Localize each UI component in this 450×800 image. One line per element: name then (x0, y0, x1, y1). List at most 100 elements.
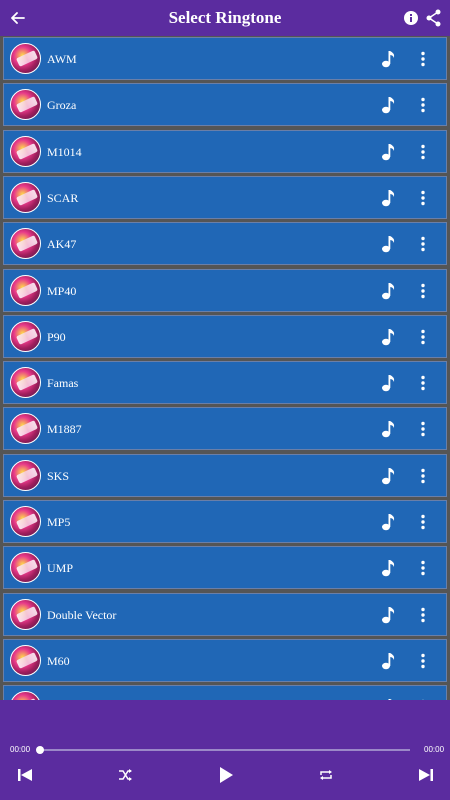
more-vert-icon (421, 561, 425, 576)
more-options-button[interactable] (419, 51, 427, 67)
ringtone-row[interactable]: Groza (3, 83, 447, 127)
ringtone-thumbnail (10, 413, 41, 445)
info-button[interactable] (403, 10, 419, 26)
more-vert-icon (421, 422, 425, 437)
ringtone-name: Famas (47, 376, 79, 391)
duration-time: 00:00 (424, 745, 445, 754)
ringtone-row[interactable]: P90 (3, 314, 447, 358)
more-vert-icon (421, 514, 425, 530)
music-note-icon (382, 514, 395, 531)
ringtone-thumbnail (10, 89, 41, 121)
set-ringtone-button[interactable] (381, 282, 397, 300)
set-ringtone-button[interactable] (381, 420, 397, 438)
ringtone-thumbnail (10, 598, 41, 630)
ringtone-row[interactable]: MP5 (3, 500, 447, 543)
next-button[interactable] (417, 767, 435, 783)
ringtone-row[interactable] (3, 685, 447, 700)
music-note-icon (382, 560, 395, 577)
more-options-button[interactable] (419, 607, 427, 623)
ringtone-thumbnail (10, 367, 41, 399)
set-ringtone-button[interactable] (381, 374, 397, 392)
music-note-icon (382, 143, 395, 160)
music-note-icon (382, 328, 395, 345)
shuffle-icon (119, 769, 132, 781)
ringtone-thumbnail (10, 506, 41, 537)
info-icon (404, 11, 418, 25)
more-options-button[interactable] (419, 514, 427, 530)
more-options-button[interactable] (419, 421, 427, 437)
elapsed-time: 00:00 (10, 745, 31, 754)
ringtone-row[interactable]: AWM (3, 37, 447, 80)
ringtone-name: Groza (47, 98, 77, 113)
ringtone-thumbnail (10, 552, 41, 584)
ringtone-name: M1014 (47, 144, 82, 159)
ringtone-thumbnail (10, 181, 41, 213)
ringtone-row[interactable]: UMP (3, 546, 447, 590)
set-ringtone-button[interactable] (381, 559, 397, 577)
repeat-button[interactable] (318, 768, 334, 782)
ringtone-row[interactable]: M1887 (3, 407, 447, 451)
more-options-button[interactable] (419, 97, 427, 113)
ringtone-name: M60 (47, 653, 70, 668)
set-ringtone-button[interactable] (381, 328, 397, 346)
ringtone-name: UMP (47, 561, 74, 576)
ringtone-row[interactable]: M1014 (3, 129, 447, 173)
ringtone-row[interactable]: MP40 (3, 268, 447, 312)
set-ringtone-button[interactable] (381, 652, 397, 670)
ringtone-thumbnail (10, 274, 41, 306)
player-bar: 00:00 00:00 (0, 700, 450, 800)
more-options-button[interactable] (419, 283, 427, 299)
ringtone-list[interactable]: AWM Groza M1014 SCAR AK47 MP40 P90 Famas M1887 SK… (0, 36, 450, 700)
music-note-icon (382, 97, 395, 114)
ringtone-thumbnail (10, 691, 41, 700)
more-options-button[interactable] (419, 236, 427, 252)
ringtone-row[interactable]: M60 (3, 638, 447, 682)
share-icon (426, 9, 441, 27)
ringtone-row[interactable]: Famas (3, 361, 447, 405)
previous-button[interactable] (16, 767, 34, 783)
set-ringtone-button[interactable] (381, 189, 397, 207)
ringtone-name: MP5 (47, 515, 71, 529)
ringtone-row[interactable]: Double Vector (3, 592, 447, 636)
ringtone-row[interactable]: AK47 (3, 222, 447, 266)
back-button[interactable] (8, 8, 28, 28)
more-options-button[interactable] (419, 375, 427, 391)
more-options-button[interactable] (419, 468, 427, 484)
more-vert-icon (421, 98, 425, 113)
ringtone-thumbnail (10, 644, 41, 676)
ringtone-thumbnail (10, 320, 41, 352)
more-options-button[interactable] (419, 329, 427, 345)
set-ringtone-button[interactable] (381, 513, 397, 531)
more-vert-icon (421, 375, 425, 391)
seek-bar[interactable] (40, 749, 410, 751)
more-options-button[interactable] (419, 144, 427, 160)
repeat-icon (320, 770, 332, 780)
ringtone-thumbnail (10, 228, 41, 260)
more-vert-icon (421, 236, 425, 252)
ringtone-thumbnail (10, 135, 41, 167)
ringtone-name: Double Vector (47, 607, 117, 622)
music-note-icon (382, 189, 395, 207)
ringtone-row[interactable]: SCAR (3, 175, 447, 219)
more-options-button[interactable] (419, 190, 427, 206)
set-ringtone-button[interactable] (381, 143, 397, 161)
more-vert-icon (421, 144, 425, 159)
shuffle-button[interactable] (117, 768, 133, 782)
ringtone-row[interactable]: SKS (3, 453, 447, 497)
more-vert-icon (421, 283, 425, 298)
ringtone-name: SKS (47, 468, 70, 483)
ringtone-name: SCAR (47, 190, 79, 205)
play-button[interactable] (217, 765, 235, 785)
set-ringtone-button[interactable] (381, 96, 397, 114)
set-ringtone-button[interactable] (381, 50, 397, 68)
music-note-icon (382, 282, 395, 299)
seek-thumb[interactable] (36, 746, 44, 754)
more-options-button[interactable] (419, 560, 427, 576)
play-icon (220, 767, 233, 783)
set-ringtone-button[interactable] (381, 467, 397, 485)
more-options-button[interactable] (419, 653, 427, 669)
set-ringtone-button[interactable] (381, 235, 397, 253)
set-ringtone-button[interactable] (381, 606, 397, 624)
more-vert-icon (421, 468, 425, 483)
share-button[interactable] (426, 9, 442, 27)
